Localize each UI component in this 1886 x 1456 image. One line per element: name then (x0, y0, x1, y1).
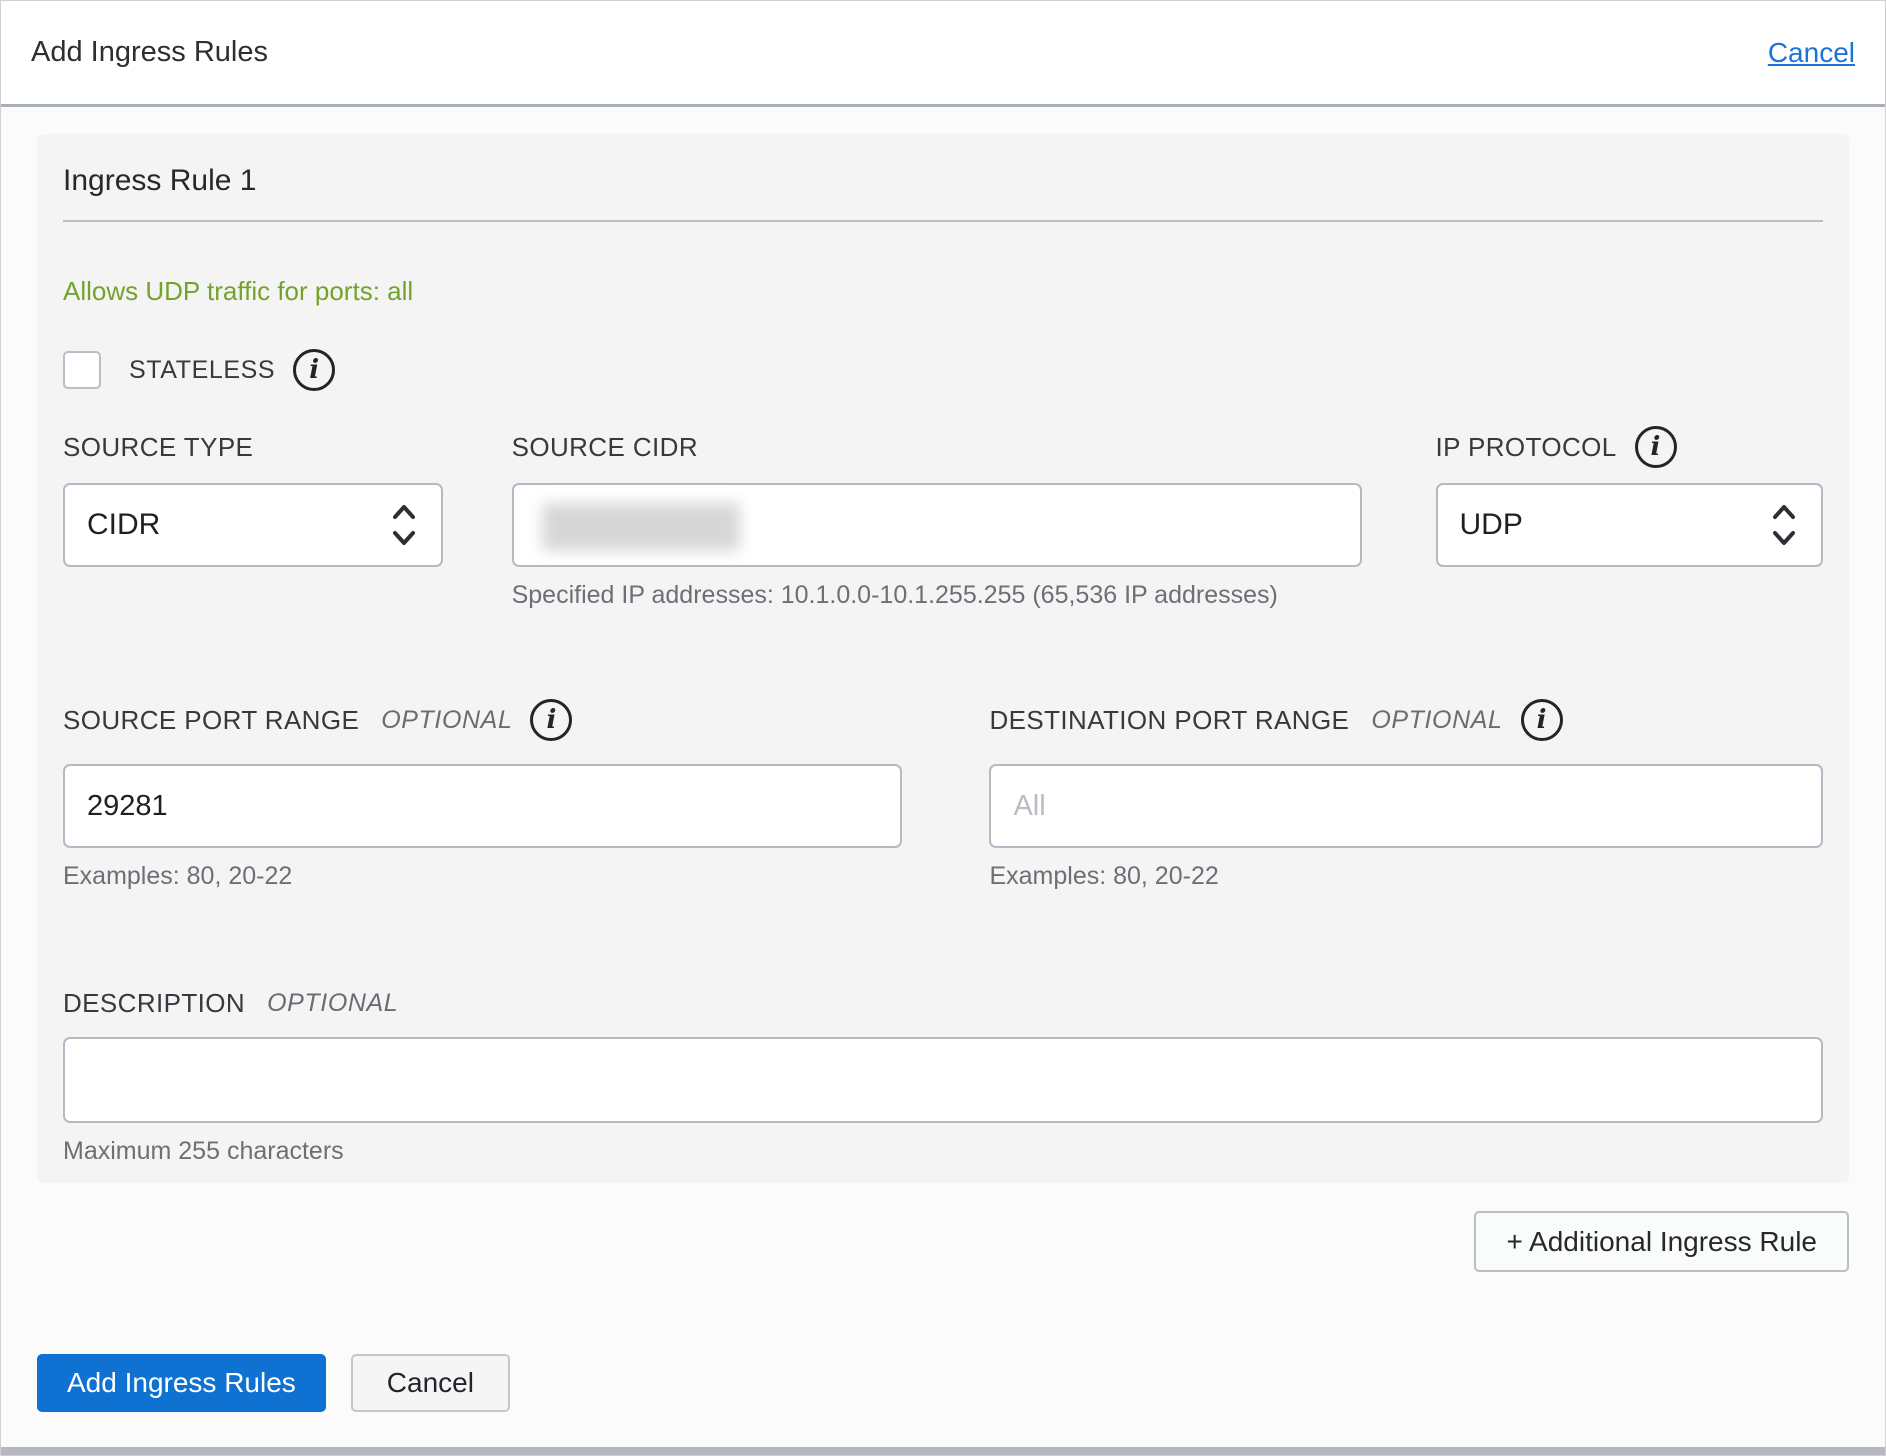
ip-protocol-field: IP PROTOCOL i UDP (1436, 425, 1823, 610)
ip-protocol-value: UDP (1460, 508, 1523, 542)
destination-port-input[interactable] (989, 764, 1823, 848)
description-label-row: DESCRIPTION OPTIONAL (63, 981, 1823, 1025)
cancel-button[interactable]: Cancel (351, 1354, 510, 1412)
page-title: Add Ingress Rules (31, 36, 268, 69)
description-field: DESCRIPTION OPTIONAL Maximum 255 charact… (63, 981, 1823, 1166)
source-port-field: SOURCE PORT RANGE OPTIONAL i Examples: 8… (63, 698, 902, 891)
add-ingress-rules-button[interactable]: Add Ingress Rules (37, 1354, 326, 1412)
horizontal-scrollbar[interactable] (1, 1447, 1885, 1455)
ip-protocol-select[interactable]: UDP (1436, 483, 1823, 567)
source-port-optional: OPTIONAL (381, 706, 512, 735)
rule-summary-text: Allows UDP traffic for ports: all (63, 276, 1823, 307)
row-source: SOURCE TYPE CIDR SOURCE CIDR Specifi (63, 425, 1823, 610)
source-type-label: SOURCE TYPE (63, 425, 443, 469)
destination-port-label-row: DESTINATION PORT RANGE OPTIONAL i (989, 698, 1823, 742)
description-helper: Maximum 255 characters (63, 1137, 1823, 1166)
description-input[interactable] (63, 1037, 1823, 1123)
description-label: DESCRIPTION (63, 981, 245, 1025)
form-actions: Add Ingress Rules Cancel (37, 1354, 1849, 1412)
source-cidr-label: SOURCE CIDR (512, 425, 1362, 469)
destination-port-info-icon[interactable]: i (1521, 699, 1563, 741)
source-type-select[interactable]: CIDR (63, 483, 443, 567)
source-type-value: CIDR (87, 508, 160, 542)
panel-body: Ingress Rule 1 Allows UDP traffic for po… (1, 107, 1885, 1412)
destination-port-label: DESTINATION PORT RANGE (989, 698, 1349, 742)
ip-protocol-label: IP PROTOCOL (1436, 432, 1617, 463)
additional-rule-row: + Additional Ingress Rule (37, 1211, 1849, 1272)
source-type-field: SOURCE TYPE CIDR (63, 425, 443, 610)
stateless-checkbox[interactable] (63, 351, 101, 389)
rule-title-divider (63, 220, 1823, 222)
source-port-input[interactable] (63, 764, 902, 848)
select-chevron-icon (1769, 501, 1799, 549)
source-cidr-input[interactable] (512, 483, 1362, 567)
description-optional: OPTIONAL (267, 989, 398, 1018)
header-cancel-link[interactable]: Cancel (1768, 37, 1855, 69)
source-port-label: SOURCE PORT RANGE (63, 698, 359, 742)
source-cidr-helper: Specified IP addresses: 10.1.0.0-10.1.25… (512, 581, 1362, 610)
destination-port-field: DESTINATION PORT RANGE OPTIONAL i Exampl… (989, 698, 1823, 891)
destination-port-helper: Examples: 80, 20-22 (989, 862, 1823, 891)
additional-ingress-rule-button[interactable]: + Additional Ingress Rule (1474, 1211, 1849, 1272)
stateless-info-icon[interactable]: i (293, 349, 335, 391)
source-port-info-icon[interactable]: i (530, 699, 572, 741)
redacted-value-blur (542, 503, 740, 551)
ingress-rule-card: Ingress Rule 1 Allows UDP traffic for po… (37, 134, 1849, 1183)
source-port-helper: Examples: 80, 20-22 (63, 862, 902, 891)
panel-header: Add Ingress Rules Cancel (1, 1, 1885, 107)
rule-title: Ingress Rule 1 (63, 150, 1823, 220)
source-port-label-row: SOURCE PORT RANGE OPTIONAL i (63, 698, 902, 742)
row-ports: SOURCE PORT RANGE OPTIONAL i Examples: 8… (63, 698, 1823, 891)
select-chevron-icon (389, 501, 419, 549)
source-cidr-field: SOURCE CIDR Specified IP addresses: 10.1… (512, 425, 1362, 610)
destination-port-optional: OPTIONAL (1371, 706, 1502, 735)
ip-protocol-label-row: IP PROTOCOL i (1436, 425, 1823, 469)
ip-protocol-info-icon[interactable]: i (1635, 426, 1677, 468)
stateless-row: STATELESS i (63, 349, 1823, 391)
add-ingress-rules-panel: Add Ingress Rules Cancel Ingress Rule 1 … (0, 0, 1886, 1456)
stateless-label: STATELESS (129, 356, 275, 385)
